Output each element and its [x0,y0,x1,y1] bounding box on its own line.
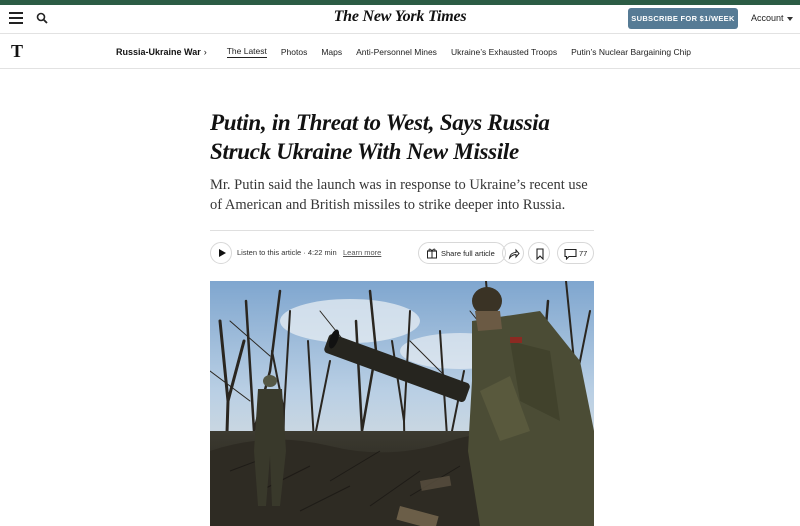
nav-section-russia-ukraine-war[interactable]: Russia-Ukraine War › [116,47,207,57]
nav-item-nuclear-bargaining-chip[interactable]: Putin’s Nuclear Bargaining Chip [571,47,691,57]
account-button[interactable]: Account [751,13,793,23]
chevron-down-icon [786,16,793,21]
share-label: Share full article [441,249,495,258]
bookmark-icon [536,248,544,260]
article-summary: Mr. Putin said the launch was in respons… [210,177,588,213]
article-toolbar: Listen to this article · 4:22 min Learn … [210,242,594,264]
subscribe-button[interactable]: SUBSCRIBE FOR $1/WEEK [628,8,738,29]
share-full-article-button[interactable]: Share full article [418,242,506,264]
account-label: Account [751,13,784,23]
nav-section-label: Russia-Ukraine War [116,47,201,57]
nav-item-anti-personnel-mines[interactable]: Anti-Personnel Mines [356,47,437,57]
comment-icon [564,248,577,260]
nav-item-photos[interactable]: Photos [281,47,307,57]
play-audio-button[interactable] [210,242,232,264]
share-button[interactable] [502,242,524,264]
article-header: Putin, in Threat to West, Says Russia St… [210,108,594,215]
chevron-right-icon: › [203,47,207,57]
nav-item-the-latest[interactable]: The Latest [226,46,267,58]
listen-label: Listen to this article · 4:22 min [237,248,337,257]
article-lead-photo [210,281,594,526]
share-arrow-icon [508,248,520,260]
nyt-t-logo[interactable]: T [11,41,23,62]
masthead: The New York Times SUBSCRIBE FOR $1/WEEK… [0,5,800,33]
nav-item-exhausted-troops[interactable]: Ukraine’s Exhausted Troops [451,47,557,57]
section-navbar: T Russia-Ukraine War › The Latest Photos … [0,33,800,69]
divider [210,230,594,231]
learn-more-link[interactable]: Learn more [343,248,381,257]
comments-button[interactable]: 77 [557,242,594,264]
nav-item-maps[interactable]: Maps [321,47,342,57]
nav-list: Russia-Ukraine War › The Latest Photos Ma… [116,46,691,58]
save-button[interactable] [528,242,550,264]
gift-icon [427,248,437,259]
comment-count: 77 [579,249,588,258]
article-headline: Putin, in Threat to West, Says Russia St… [210,110,550,164]
